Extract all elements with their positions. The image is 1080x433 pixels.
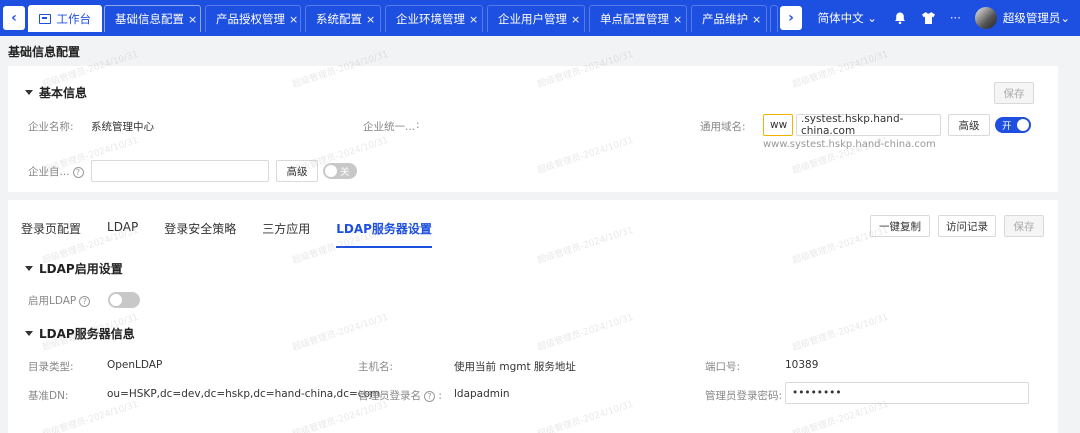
basic-info-panel: 基本信息 保存 企业名称: 系统管理中心 企业统一... : 通用域名: ww …	[8, 66, 1058, 192]
caret-down-icon	[25, 266, 33, 271]
tab-system-config[interactable]: 系统配置 ×	[305, 5, 381, 32]
enable-ldap-label: 启用LDAP?	[28, 293, 91, 308]
close-icon[interactable]: ×	[366, 13, 375, 26]
company-name-label: 企业名称:	[28, 121, 74, 133]
tab-sso-config[interactable]: 单点配置管理 ×	[589, 5, 687, 32]
monitor-icon	[39, 14, 51, 24]
user-menu[interactable]: 超级管理员⌄	[1003, 10, 1070, 26]
save-button[interactable]: 保存	[994, 82, 1034, 104]
tab-product-license[interactable]: 产品授权管理 ×	[205, 5, 301, 32]
credit-code-value: :	[416, 119, 420, 131]
domain-hint: www.systest.hskp.hand-china.com	[763, 139, 936, 150]
company-name-value: 系统管理中心	[91, 121, 154, 133]
tab-overflow-sliver[interactable]	[770, 5, 778, 32]
tab-login-page[interactable]: 登录页配置	[21, 220, 81, 242]
tab-label: 单点配置管理	[600, 12, 669, 26]
tab-label: 系统配置	[316, 12, 362, 26]
credit-code-label: 企业统一...	[363, 121, 416, 133]
close-icon[interactable]: ×	[289, 13, 298, 26]
admin-login-value: ldapadmin	[454, 388, 510, 400]
close-icon[interactable]: ×	[752, 13, 761, 26]
copy-all-button[interactable]: 一键复制	[870, 215, 930, 237]
help-icon[interactable]: ?	[424, 391, 435, 402]
tab-login-security[interactable]: 登录安全策略	[164, 220, 236, 242]
domain-toggle[interactable]: 开	[995, 117, 1031, 133]
port-label: 端口号:	[705, 361, 741, 373]
tab-workbench[interactable]: 工作台	[28, 5, 102, 32]
tab-enterprise-users[interactable]: 企业用户管理 ×	[487, 5, 585, 32]
tab-label: 企业用户管理	[498, 12, 567, 26]
domain-label: 通用域名:	[700, 121, 746, 133]
self-field-label: 企业自...?	[28, 164, 84, 179]
chevron-down-icon: ⌄	[1060, 11, 1070, 25]
config-tabs: 登录页配置 LDAP 登录安全策略 三方应用 LDAP服务器设置	[21, 220, 458, 248]
bell-icon[interactable]	[893, 11, 907, 25]
tab-label: 工作台	[56, 12, 92, 26]
language-label: 简体中文	[817, 11, 864, 25]
tab-label: 基础信息配置	[115, 12, 184, 26]
more-icon[interactable]: ···	[950, 11, 961, 25]
tab-enterprise-env[interactable]: 企业环境管理 ×	[385, 5, 483, 32]
user-name: 超级管理员	[1002, 11, 1061, 25]
chevron-down-icon: ⌄	[867, 11, 877, 25]
toggle-text: 关	[340, 167, 350, 178]
domain-advanced-button[interactable]: 高级	[948, 114, 990, 136]
domain-suffix-input[interactable]: .systest.hskp.hand-china.com	[796, 113, 941, 137]
tab-third-party[interactable]: 三方应用	[262, 220, 310, 242]
close-icon[interactable]: ×	[469, 13, 478, 26]
page-title: 基础信息配置	[8, 45, 81, 59]
admin-password-label: 管理员登录密码:	[705, 390, 783, 402]
tab-product-maintenance[interactable]: 产品维护 ×	[691, 5, 767, 32]
base-dn-label: 基准DN:	[28, 390, 69, 402]
tabs-prev-button[interactable]: ‹	[3, 6, 25, 30]
tab-label: 产品维护	[702, 12, 748, 26]
chevron-left-icon: ‹	[11, 10, 17, 26]
base-dn-value: ou=HSKP,dc=dev,dc=hskp,dc=hand-china,dc=…	[107, 388, 381, 400]
section-title: 基本信息	[39, 86, 88, 100]
admin-password-input[interactable]: ••••••••	[785, 382, 1029, 404]
section-title: LDAP启用设置	[39, 262, 123, 276]
basic-info-header[interactable]: 基本信息	[25, 84, 87, 101]
enable-ldap-toggle[interactable]	[108, 292, 140, 308]
tabs-next-button[interactable]: ›	[780, 6, 802, 30]
close-icon[interactable]: ×	[673, 13, 682, 26]
shirt-icon[interactable]	[921, 11, 936, 25]
tab-basic-info-config[interactable]: 基础信息配置 ×	[104, 5, 201, 32]
close-icon[interactable]: ×	[188, 13, 197, 26]
host-label: 主机名:	[358, 361, 394, 373]
toggle-knob	[325, 165, 337, 177]
toggle-knob	[110, 294, 122, 306]
help-icon[interactable]: ?	[72, 167, 84, 178]
toggle-knob	[1017, 119, 1029, 131]
dir-type-value: OpenLDAP	[107, 359, 163, 371]
dir-type-label: 目录类型:	[28, 361, 74, 373]
language-switcher[interactable]: 简体中文 ⌄	[818, 10, 877, 26]
self-advanced-button[interactable]: 高级	[276, 160, 318, 182]
port-value: 10389	[785, 359, 819, 371]
self-toggle[interactable]: 关	[323, 163, 357, 179]
help-icon[interactable]: ?	[79, 296, 91, 307]
tab-ldap[interactable]: LDAP	[107, 220, 138, 242]
toggle-text: 开	[1002, 121, 1012, 132]
top-navbar: ‹ 工作台 基础信息配置 × 产品授权管理 × 系统配置 × 企业环境管理 × …	[0, 0, 1080, 36]
ldap-enable-header[interactable]: LDAP启用设置	[25, 260, 123, 277]
tab-ldap-server[interactable]: LDAP服务器设置	[336, 220, 432, 248]
admin-login-label: 管理员登录名? :	[358, 390, 442, 402]
chevron-right-icon: ›	[788, 10, 794, 26]
domain-prefix-input[interactable]: ww	[763, 114, 793, 136]
config-panel: 登录页配置 LDAP 登录安全策略 三方应用 LDAP服务器设置 一键复制 访问…	[8, 200, 1058, 433]
host-value: 使用当前 mgmt 服务地址	[454, 361, 576, 373]
ldap-server-header[interactable]: LDAP服务器信息	[25, 325, 135, 342]
save-button[interactable]: 保存	[1004, 215, 1044, 237]
avatar[interactable]	[974, 7, 997, 29]
caret-down-icon	[25, 331, 33, 336]
tab-label: 企业环境管理	[396, 12, 465, 26]
access-log-button[interactable]: 访问记录	[938, 215, 996, 237]
tab-label: 产品授权管理	[216, 12, 285, 26]
self-field-input[interactable]	[91, 160, 269, 182]
section-title: LDAP服务器信息	[39, 327, 135, 341]
close-icon[interactable]: ×	[571, 13, 580, 26]
header-tools: 简体中文 ⌄ ··· 超级管理员⌄	[818, 0, 1080, 36]
caret-down-icon	[25, 90, 33, 95]
